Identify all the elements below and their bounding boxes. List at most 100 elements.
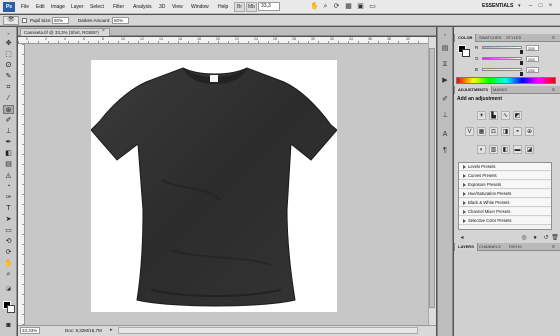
quick-select-tool-icon[interactable]: ✎ bbox=[3, 72, 14, 81]
default-colors-icon[interactable]: ◪ bbox=[3, 285, 14, 294]
panel-menu-icon[interactable]: ≡ bbox=[552, 244, 555, 250]
red-eye-tool-icon[interactable]: ⊛ bbox=[3, 105, 14, 114]
channel-b-slider[interactable] bbox=[482, 68, 522, 71]
menu-image[interactable]: Image bbox=[51, 4, 65, 10]
vibrance-icon[interactable]: V bbox=[465, 127, 474, 136]
curves-icon[interactable]: ∿ bbox=[501, 111, 510, 120]
document-tab[interactable]: Camiseta.tif @ 33,3% (Shirt, RGB/8*) bbox=[20, 28, 110, 36]
panel-menu-icon[interactable]: ≡ bbox=[552, 87, 555, 93]
strip-collapse-icon[interactable]: « bbox=[440, 30, 450, 39]
brush-panel-icon[interactable]: ✐ bbox=[440, 95, 450, 104]
hue-saturation-icon[interactable]: ▦ bbox=[477, 127, 486, 136]
tab-adjustments[interactable]: ADJUSTMENTS bbox=[454, 86, 493, 94]
visibility-icon[interactable]: ● bbox=[531, 234, 539, 242]
posterize-icon[interactable]: ▥ bbox=[489, 145, 498, 154]
tab-color[interactable]: COLOR bbox=[454, 34, 477, 42]
move-tool-icon[interactable]: ✥ bbox=[3, 39, 14, 48]
photo-filter-icon[interactable]: ◓ bbox=[513, 127, 522, 136]
grid-icon[interactable]: ▦ bbox=[344, 2, 353, 11]
actions-panel-icon[interactable]: ▶ bbox=[440, 76, 450, 85]
3d-camera-tool-icon[interactable]: ⟳ bbox=[3, 248, 14, 257]
clone-source-panel-icon[interactable]: ⊥ bbox=[440, 111, 450, 120]
preset-channel-mixer[interactable]: Channel Mixer Presets bbox=[459, 208, 551, 216]
tool-option-check[interactable] bbox=[22, 18, 27, 23]
tab-paths[interactable]: PATHS bbox=[506, 243, 525, 251]
tab-masks[interactable]: MASKS bbox=[490, 86, 510, 94]
clip-to-layer-icon[interactable]: ◎ bbox=[520, 234, 528, 242]
dodge-tool-icon[interactable]: ◔ bbox=[3, 182, 14, 191]
color-balance-icon[interactable]: ⚖ bbox=[489, 127, 498, 136]
selective-color-icon[interactable]: ◪ bbox=[525, 145, 534, 154]
gradient-map-icon[interactable]: ▬ bbox=[513, 145, 522, 154]
marquee-tool-icon[interactable]: ⬚ bbox=[3, 50, 14, 59]
status-menu-icon[interactable]: ▸ bbox=[110, 327, 113, 333]
minimize-icon[interactable]: – bbox=[526, 1, 535, 12]
panel-menu-icon[interactable]: ≡ bbox=[552, 35, 555, 41]
panel-return-icon[interactable]: ◂ bbox=[458, 234, 466, 242]
mini-bridge-panel-icon[interactable]: ▤ bbox=[440, 44, 450, 53]
darken-amount-input[interactable]: 50% bbox=[112, 17, 129, 24]
color-spectrum-ramp[interactable] bbox=[456, 77, 556, 84]
menu-select[interactable]: Select bbox=[90, 4, 104, 10]
rotate-view-icon[interactable]: ⟳ bbox=[332, 2, 341, 11]
tool-preset-picker-icon[interactable]: 👁 bbox=[3, 16, 19, 25]
quick-mask-icon[interactable]: ◙ bbox=[3, 321, 14, 330]
preset-exposure[interactable]: Exposure Presets bbox=[459, 181, 551, 189]
lasso-tool-icon[interactable]: ʘ bbox=[3, 61, 14, 70]
preset-black-white[interactable]: Black & White Presets bbox=[459, 199, 551, 207]
channel-g-knob[interactable] bbox=[520, 61, 523, 65]
menu-help[interactable]: Help bbox=[218, 4, 228, 10]
toolbar-collapse-icon[interactable]: » bbox=[3, 29, 14, 38]
blur-tool-icon[interactable]: ◬ bbox=[3, 171, 14, 180]
eraser-tool-icon[interactable]: ◧ bbox=[3, 149, 14, 158]
clone-stamp-tool-icon[interactable]: ⊥ bbox=[3, 127, 14, 136]
preset-curves[interactable]: Curves Presets bbox=[459, 172, 551, 180]
brush-tool-icon[interactable]: ✐ bbox=[3, 116, 14, 125]
invert-icon[interactable]: ◐ bbox=[477, 145, 486, 154]
tab-channels[interactable]: CHANNELS bbox=[476, 243, 504, 251]
horizontal-scrollbar[interactable] bbox=[118, 327, 418, 334]
channel-r-value[interactable]: 255 bbox=[526, 45, 539, 51]
brightness-contrast-icon[interactable]: ☀ bbox=[477, 111, 486, 120]
channel-r-slider[interactable] bbox=[482, 46, 522, 49]
zoom-tool-icon[interactable]: ⌕ bbox=[3, 270, 14, 279]
color-panel-background-swatch[interactable] bbox=[462, 49, 470, 57]
delete-icon[interactable]: 🗑 bbox=[551, 234, 559, 242]
channel-b-knob[interactable] bbox=[520, 72, 523, 76]
eyedropper-tool-icon[interactable]: ⁄ bbox=[3, 94, 14, 103]
vertical-ruler[interactable] bbox=[18, 44, 25, 325]
chevron-down-icon[interactable]: ▾ bbox=[518, 3, 521, 9]
threshold-icon[interactable]: ◧ bbox=[501, 145, 510, 154]
menu-analysis[interactable]: Analysis bbox=[133, 4, 152, 10]
gradient-tool-icon[interactable]: ▤ bbox=[3, 160, 14, 169]
tab-styles[interactable]: STYLES bbox=[503, 34, 524, 42]
minibridge-icon[interactable]: Mb bbox=[246, 2, 257, 12]
menu-view[interactable]: View bbox=[172, 4, 183, 10]
3d-rotate-tool-icon[interactable]: ⟲ bbox=[3, 237, 14, 246]
menu-layer[interactable]: Layer bbox=[71, 4, 84, 10]
vertical-scrollbar-thumb[interactable] bbox=[429, 48, 435, 308]
menu-3d[interactable]: 3D bbox=[159, 4, 165, 10]
exposure-icon[interactable]: ◩ bbox=[513, 111, 522, 120]
channel-mixer-icon[interactable]: ⊕ bbox=[525, 127, 534, 136]
close-icon[interactable]: × bbox=[546, 1, 555, 12]
black-white-icon[interactable]: ◨ bbox=[501, 127, 510, 136]
menu-file[interactable]: File bbox=[21, 4, 29, 10]
menu-filter[interactable]: Filter bbox=[113, 4, 124, 10]
reset-icon[interactable]: ↺ bbox=[542, 234, 550, 242]
shape-tool-icon[interactable]: ▭ bbox=[3, 226, 14, 235]
workspace-switcher[interactable]: ESSENTIALS bbox=[482, 3, 513, 9]
pupil-size-input[interactable]: 50% bbox=[52, 17, 69, 24]
close-tab-icon[interactable]: × bbox=[102, 28, 105, 34]
preset-hue-saturation[interactable]: Hue/Saturation Presets bbox=[459, 190, 551, 198]
bridge-icon[interactable]: Br bbox=[234, 2, 245, 12]
arrange-documents-icon[interactable]: ▣ bbox=[356, 2, 365, 11]
channel-g-value[interactable]: 255 bbox=[526, 56, 539, 62]
background-color-swatch[interactable] bbox=[7, 305, 15, 313]
hand-tool-icon[interactable]: ✋ bbox=[310, 2, 319, 11]
character-panel-icon[interactable]: A bbox=[440, 130, 450, 139]
preset-levels[interactable]: Levels Presets bbox=[459, 163, 551, 171]
type-tool-icon[interactable]: T bbox=[3, 204, 14, 213]
tab-layers[interactable]: LAYERS bbox=[454, 243, 478, 251]
pen-tool-icon[interactable]: ✑ bbox=[3, 193, 14, 202]
